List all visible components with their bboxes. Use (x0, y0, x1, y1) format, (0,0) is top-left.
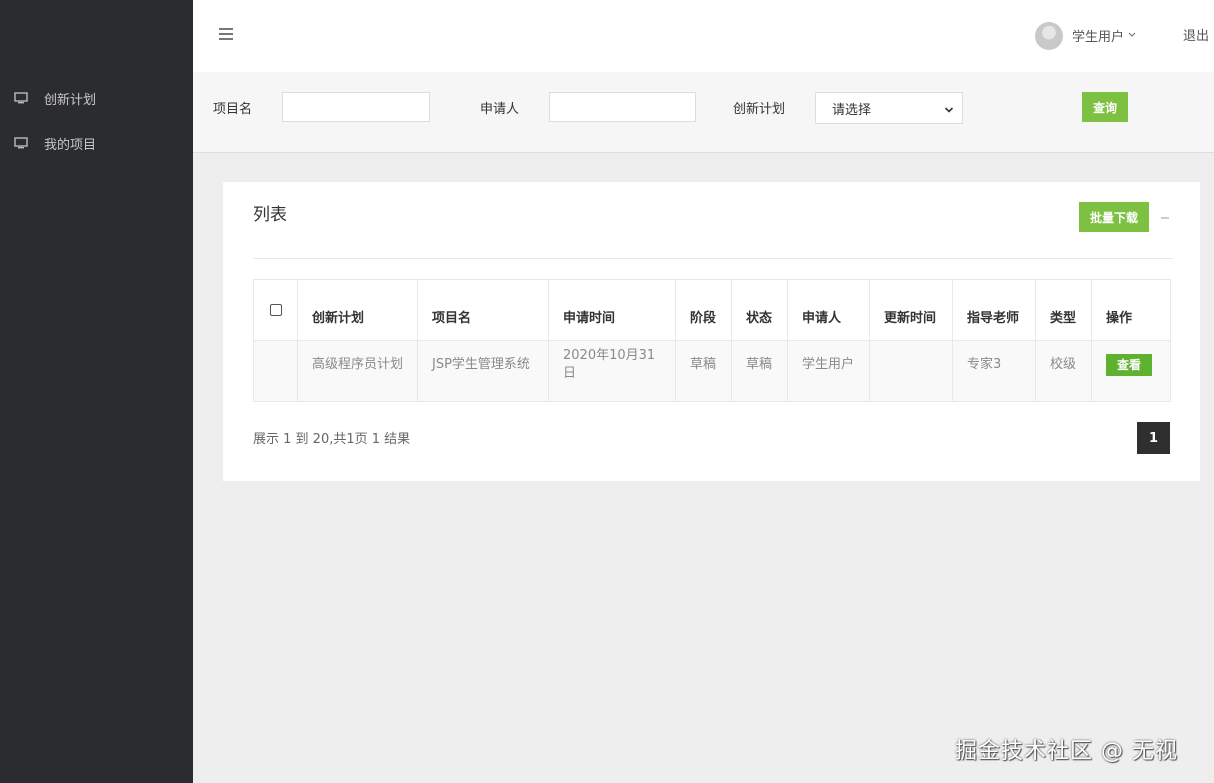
col-header-action: 操作 (1091, 279, 1171, 341)
applicant-label: 申请人 (480, 102, 520, 117)
cell-status: 草稿 (731, 340, 788, 402)
search-button[interactable]: 查询 (1082, 92, 1128, 122)
plan-label: 创新计划 (733, 102, 786, 117)
cell-plan: 高级程序员计划 (297, 340, 418, 402)
project-name-label: 项目名 (213, 102, 253, 117)
list-panel: 列表 批量下载 创新计划 项目名 申请时间 阶段 状态 申请人 更新时间 指导老… (223, 182, 1200, 481)
col-header-update-time[interactable]: 更新时间 (869, 279, 953, 341)
chevron-down-icon (944, 104, 954, 114)
watermark-text: 掘金技术社区 @ 无视 (955, 739, 1178, 764)
filter-bar: 项目名 申请人 创新计划 请选择 查询 (193, 72, 1214, 153)
col-header-applicant[interactable]: 申请人 (787, 279, 870, 341)
view-button[interactable]: 查看 (1106, 354, 1152, 376)
plan-select-value: 请选择 (832, 102, 872, 118)
applicant-input[interactable] (549, 92, 696, 122)
select-all-cell (253, 279, 298, 341)
cell-apply-time: 2020年10月31日 (548, 340, 676, 402)
hamburger-icon[interactable] (219, 28, 233, 40)
col-header-type[interactable]: 类型 (1035, 279, 1092, 341)
cell-advisor: 专家3 (952, 340, 1036, 402)
batch-download-button[interactable]: 批量下载 (1079, 202, 1149, 232)
collapse-icon[interactable] (1160, 206, 1170, 220)
col-header-apply-time[interactable]: 申请时间 (548, 279, 676, 341)
avatar[interactable] (1035, 22, 1063, 50)
divider (253, 258, 1173, 259)
cell-action: 查看 (1091, 340, 1171, 402)
monitor-icon (14, 137, 28, 149)
panel-title: 列表 (253, 205, 287, 225)
col-header-project[interactable]: 项目名 (417, 279, 549, 341)
project-table: 创新计划 项目名 申请时间 阶段 状态 申请人 更新时间 指导老师 类型 操作 … (253, 279, 1171, 402)
cell-stage: 草稿 (675, 340, 732, 402)
project-name-input[interactable] (282, 92, 430, 122)
table-header-row: 创新计划 项目名 申请时间 阶段 状态 申请人 更新时间 指导老师 类型 操作 (253, 279, 1171, 341)
col-header-plan[interactable]: 创新计划 (297, 279, 418, 341)
sidebar-item-label: 创新计划 (44, 92, 97, 108)
plan-select[interactable]: 请选择 (815, 92, 963, 124)
monitor-icon (14, 92, 28, 104)
table-row: 高级程序员计划 JSP学生管理系统 2020年10月31日 草稿 草稿 学生用户… (253, 340, 1171, 402)
pagination-info: 展示 1 到 20,共1页 1 结果 (253, 432, 411, 447)
col-header-status[interactable]: 状态 (731, 279, 788, 341)
top-header: 学生用户 退出 (193, 0, 1214, 72)
user-menu[interactable]: 学生用户 (1072, 26, 1124, 45)
col-header-advisor[interactable]: 指导老师 (952, 279, 1036, 341)
logout-link[interactable]: 退出 (1183, 25, 1209, 44)
cell-applicant: 学生用户 (787, 340, 870, 402)
col-header-stage[interactable]: 阶段 (675, 279, 732, 341)
sidebar: 创新计划 我的项目 (0, 0, 193, 783)
row-select-cell (253, 340, 298, 402)
select-all-checkbox[interactable] (269, 303, 282, 316)
sidebar-item-innovation-plan[interactable]: 创新计划 (14, 88, 96, 108)
page-button-1[interactable]: 1 (1137, 422, 1170, 454)
cell-project: JSP学生管理系统 (417, 340, 549, 402)
cell-update-time (869, 340, 953, 402)
sidebar-item-label: 我的项目 (44, 137, 97, 153)
sidebar-item-my-projects[interactable]: 我的项目 (14, 133, 96, 153)
chevron-down-icon[interactable] (1127, 29, 1137, 39)
cell-type: 校级 (1035, 340, 1092, 402)
